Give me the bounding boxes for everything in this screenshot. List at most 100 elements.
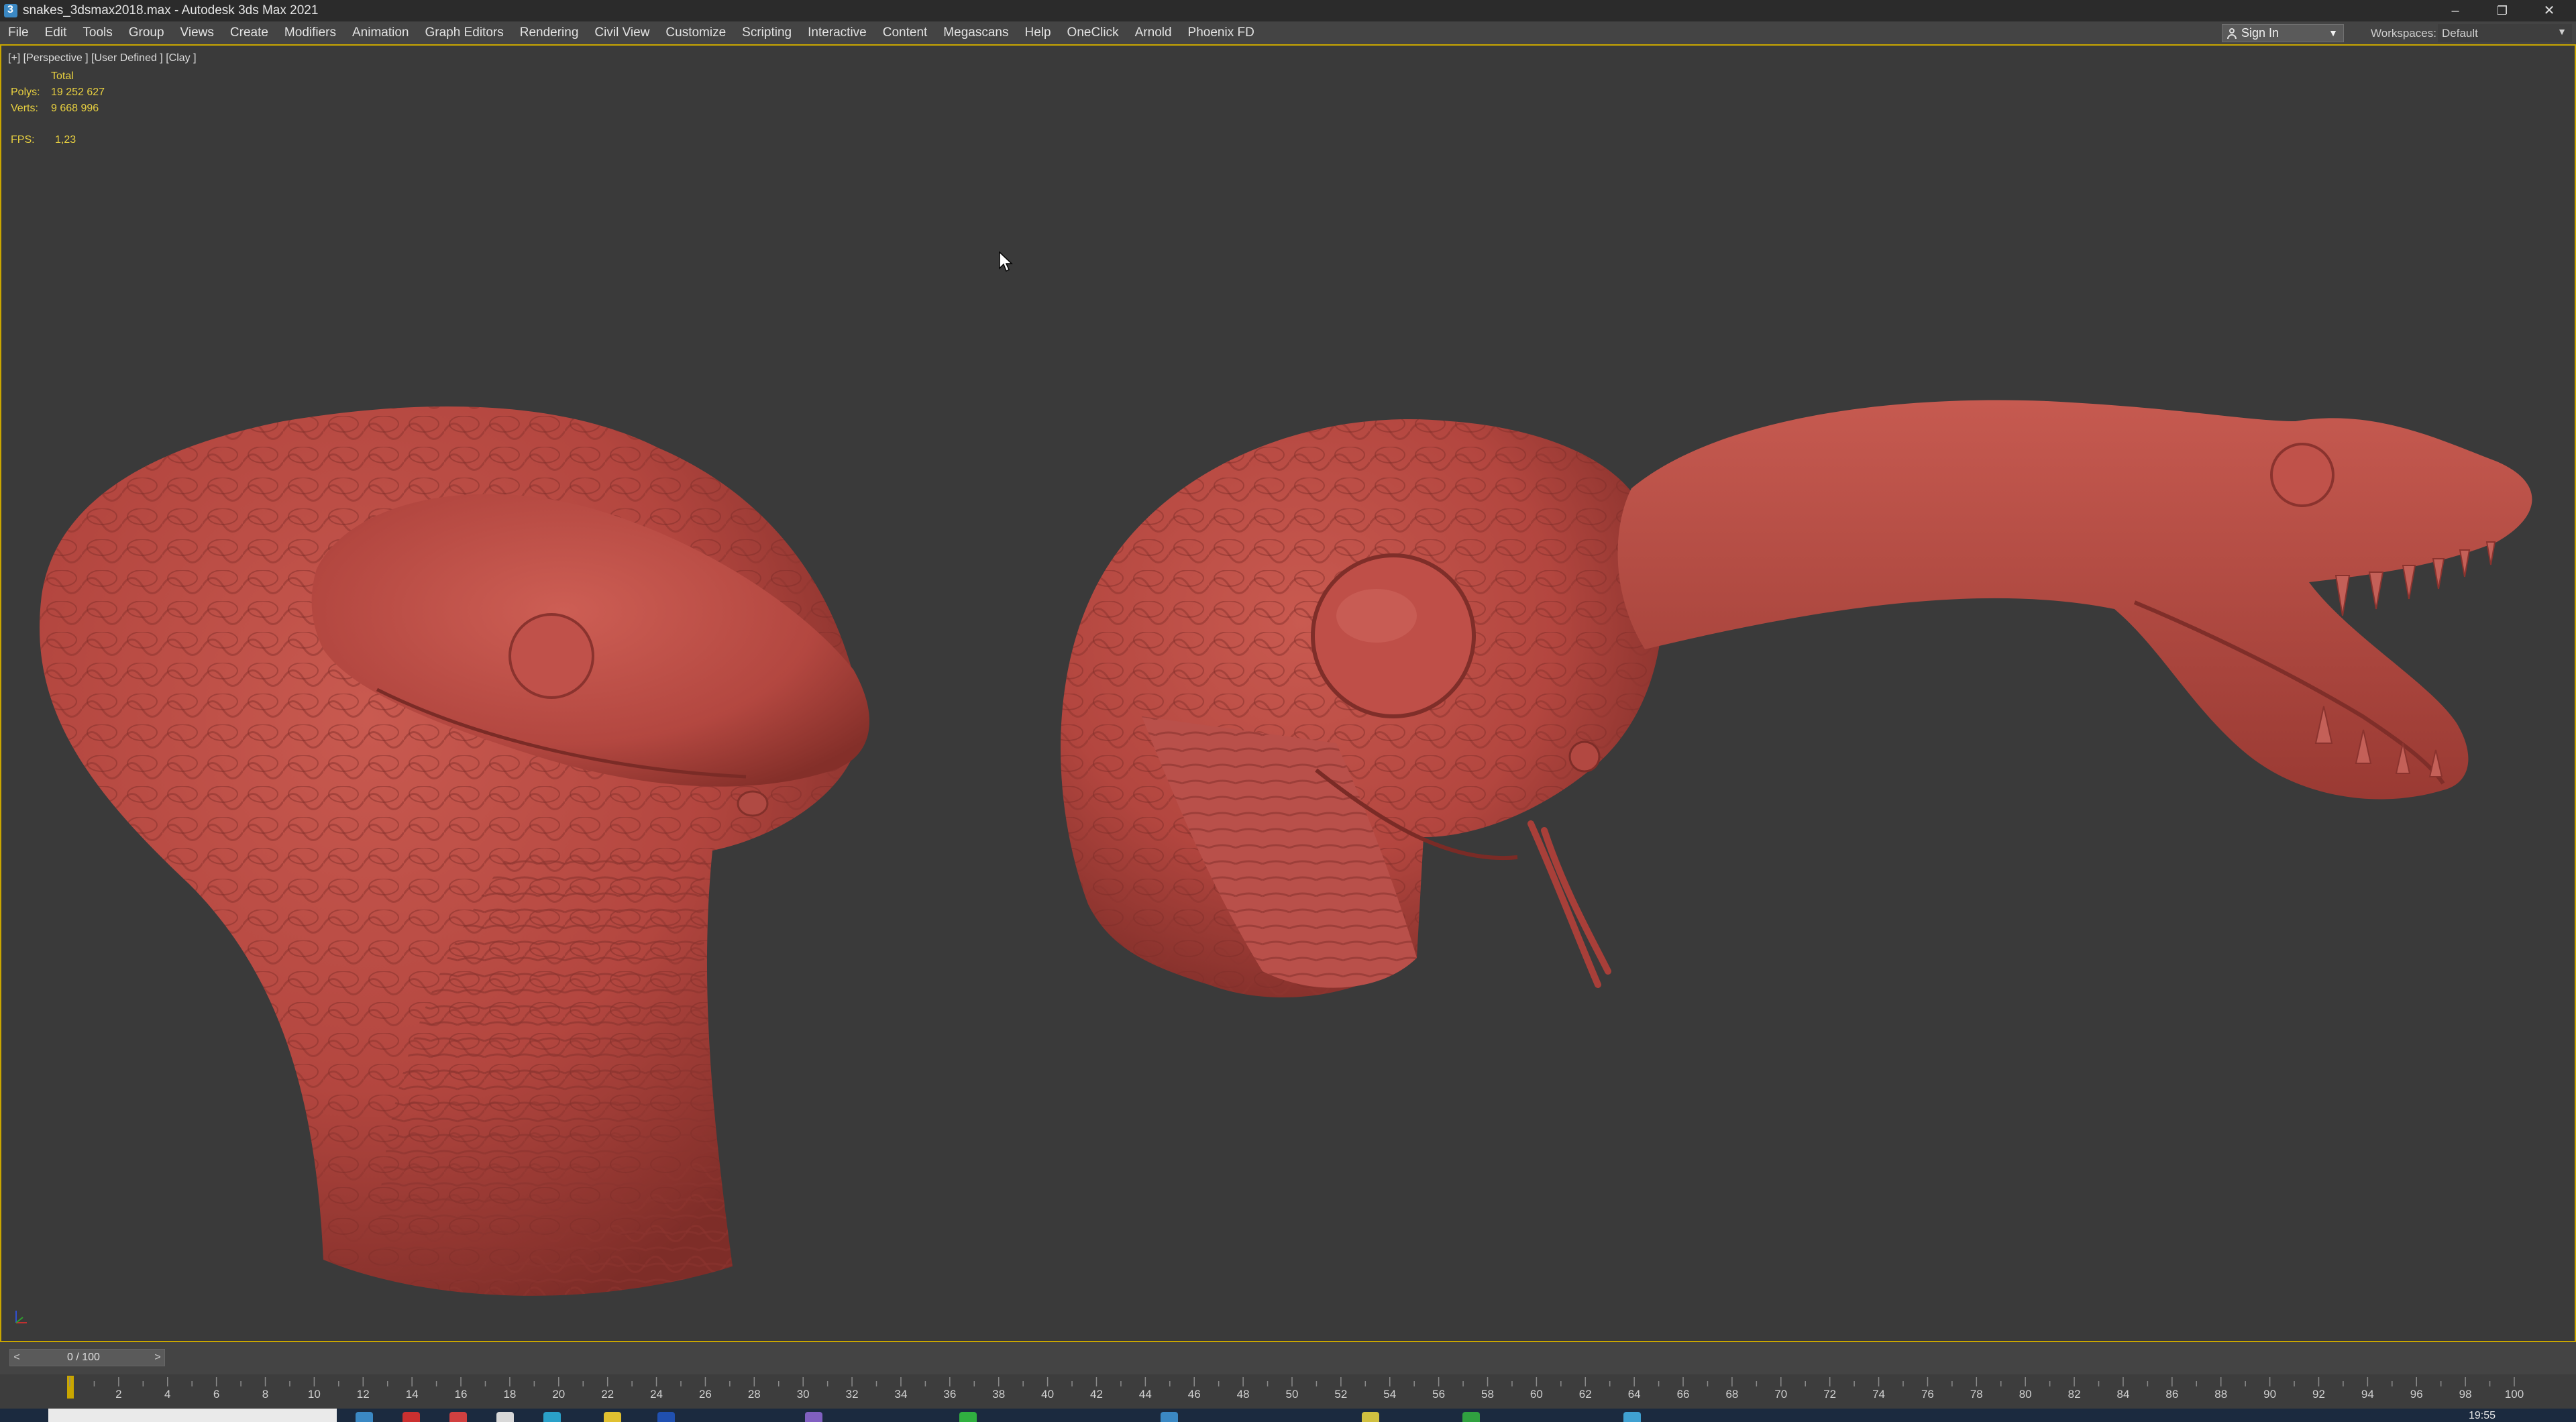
window-title: snakes_3dsmax2018.max - Autodesk 3ds Max… xyxy=(23,3,319,17)
track-tick-label: 60 xyxy=(1529,1388,1543,1401)
cobra-sculpture xyxy=(39,406,869,1296)
taskbar-app-icon[interactable] xyxy=(604,1412,621,1422)
restore-button[interactable]: ❐ xyxy=(2482,0,2522,21)
polys-label: Polys: xyxy=(11,87,40,98)
chevron-down-icon: ▼ xyxy=(2328,28,2338,38)
taskbar-clock: 19:55 xyxy=(2469,1410,2496,1421)
taskbar-app-icon[interactable] xyxy=(1623,1412,1641,1422)
menu-group[interactable]: Group xyxy=(121,25,172,40)
previous-frame-button[interactable]: < xyxy=(9,1349,24,1366)
track-tick-label: 96 xyxy=(2410,1388,2423,1401)
track-tick-label: 74 xyxy=(1872,1388,1886,1401)
menu-oneclick[interactable]: OneClick xyxy=(1059,25,1127,40)
stats-total-label: Total xyxy=(51,70,74,82)
menu-phoenix-fd[interactable]: Phoenix FD xyxy=(1180,25,1263,40)
current-frame-marker[interactable] xyxy=(67,1376,74,1399)
workspaces-select[interactable]: Default ▼ xyxy=(2438,24,2572,42)
current-frame-readout: 0 / 100 xyxy=(67,1352,100,1363)
track-tick-label: 62 xyxy=(1578,1388,1592,1401)
taskbar-app-icon[interactable] xyxy=(1362,1412,1379,1422)
taskbar-search-box[interactable] xyxy=(48,1409,337,1422)
menu-civil-view[interactable]: Civil View xyxy=(586,25,657,40)
track-tick-label: 20 xyxy=(552,1388,566,1401)
perspective-viewport[interactable]: [+] [Perspective ] [User Defined ] [Clay… xyxy=(0,44,2576,1342)
menu-tools[interactable]: Tools xyxy=(74,25,120,40)
menu-megascans[interactable]: Megascans xyxy=(935,25,1016,40)
sign-in-dropdown[interactable]: Sign In ▼ xyxy=(2222,24,2344,42)
close-button[interactable]: ✕ xyxy=(2529,0,2569,21)
workspaces-value: Default xyxy=(2442,27,2478,40)
menu-bar: File Edit Tools Group Views Create Modif… xyxy=(0,21,2576,44)
menu-scripting[interactable]: Scripting xyxy=(734,25,800,40)
viewport-label[interactable]: [+] [Perspective ] [User Defined ] [Clay… xyxy=(8,52,197,64)
fps-value: 1,23 xyxy=(55,134,76,146)
menu-animation[interactable]: Animation xyxy=(344,25,417,40)
track-tick-label: 98 xyxy=(2459,1388,2472,1401)
menu-file[interactable]: File xyxy=(0,25,37,40)
menu-interactive[interactable]: Interactive xyxy=(800,25,875,40)
snake-sculptures-render xyxy=(39,400,2532,1296)
polys-value: 19 252 627 xyxy=(51,87,105,98)
track-tick-label: 4 xyxy=(164,1388,171,1401)
time-slider[interactable]: < 0 / 100 > xyxy=(0,1342,2576,1374)
track-tick-label: 56 xyxy=(1432,1388,1446,1401)
track-tick-label: 66 xyxy=(1676,1388,1690,1401)
track-tick-label: 40 xyxy=(1041,1388,1055,1401)
menu-create[interactable]: Create xyxy=(222,25,276,40)
menu-customize[interactable]: Customize xyxy=(657,25,734,40)
track-tick-label: 12 xyxy=(356,1388,370,1401)
track-tick-label: 10 xyxy=(307,1388,321,1401)
taskbar-app-icon[interactable] xyxy=(1462,1412,1480,1422)
taskbar-app-icon[interactable] xyxy=(402,1412,420,1422)
track-tick-label: 94 xyxy=(2361,1388,2374,1401)
track-tick-label: 36 xyxy=(943,1388,957,1401)
track-tick-label: 84 xyxy=(2116,1388,2130,1401)
sign-in-label: Sign In xyxy=(2241,26,2279,40)
menu-edit[interactable]: Edit xyxy=(37,25,75,40)
track-tick-label: 64 xyxy=(1627,1388,1641,1401)
menu-help[interactable]: Help xyxy=(1016,25,1059,40)
mouse-cursor-icon xyxy=(999,251,1013,272)
taskbar-app-icon[interactable] xyxy=(1161,1412,1178,1422)
menu-content[interactable]: Content xyxy=(875,25,936,40)
track-tick-label: 50 xyxy=(1285,1388,1299,1401)
track-tick-label: 48 xyxy=(1236,1388,1250,1401)
taskbar-app-icon[interactable] xyxy=(496,1412,514,1422)
title-bar: snakes_3dsmax2018.max - Autodesk 3ds Max… xyxy=(0,0,2576,21)
track-tick-label: 52 xyxy=(1334,1388,1348,1401)
track-tick-label: 30 xyxy=(796,1388,810,1401)
taskbar-app-icon[interactable] xyxy=(959,1412,977,1422)
next-frame-button[interactable]: > xyxy=(150,1349,165,1366)
track-tick-label: 100 xyxy=(2504,1388,2524,1401)
menu-views[interactable]: Views xyxy=(172,25,222,40)
verts-label: Verts: xyxy=(11,103,38,114)
taskbar-app-icon[interactable] xyxy=(356,1412,373,1422)
chevron-down-icon: ▼ xyxy=(2557,26,2567,37)
track-bar[interactable]: 2 4 6 8 10 12 14 16 18 20 22 24 26 28 30 32 34 36 38 40 42 44… xyxy=(0,1374,2576,1409)
menu-arnold[interactable]: Arnold xyxy=(1127,25,1180,40)
track-tick-label: 42 xyxy=(1090,1388,1103,1401)
menu-rendering[interactable]: Rendering xyxy=(512,25,587,40)
long-snake-sculpture xyxy=(1617,400,2532,800)
track-tick-label: 28 xyxy=(747,1388,761,1401)
taskbar-app-icon[interactable] xyxy=(657,1412,675,1422)
menu-modifiers[interactable]: Modifiers xyxy=(276,25,344,40)
fps-label: FPS: xyxy=(11,134,35,146)
minimize-button[interactable]: – xyxy=(2435,0,2475,21)
menu-graph-editors[interactable]: Graph Editors xyxy=(417,25,512,40)
track-tick-label: 70 xyxy=(1774,1388,1788,1401)
track-tick-label: 86 xyxy=(2165,1388,2179,1401)
track-tick-label: 18 xyxy=(503,1388,517,1401)
taskbar-app-icon[interactable] xyxy=(449,1412,467,1422)
workspaces-label: Workspaces: xyxy=(2371,27,2436,40)
taskbar-app-icon[interactable] xyxy=(543,1412,561,1422)
taskbar-app-icon[interactable] xyxy=(805,1412,822,1422)
os-taskbar: 19:55 xyxy=(0,1409,2576,1422)
track-tick-label: 82 xyxy=(2068,1388,2081,1401)
track-tick-label: 78 xyxy=(1970,1388,1983,1401)
track-tick-label: 14 xyxy=(405,1388,419,1401)
track-tick-label: 80 xyxy=(2019,1388,2032,1401)
track-tick-label: 92 xyxy=(2312,1388,2325,1401)
axis-tripod-icon xyxy=(15,1311,27,1323)
3dsmax-app-icon[interactable] xyxy=(4,4,17,17)
